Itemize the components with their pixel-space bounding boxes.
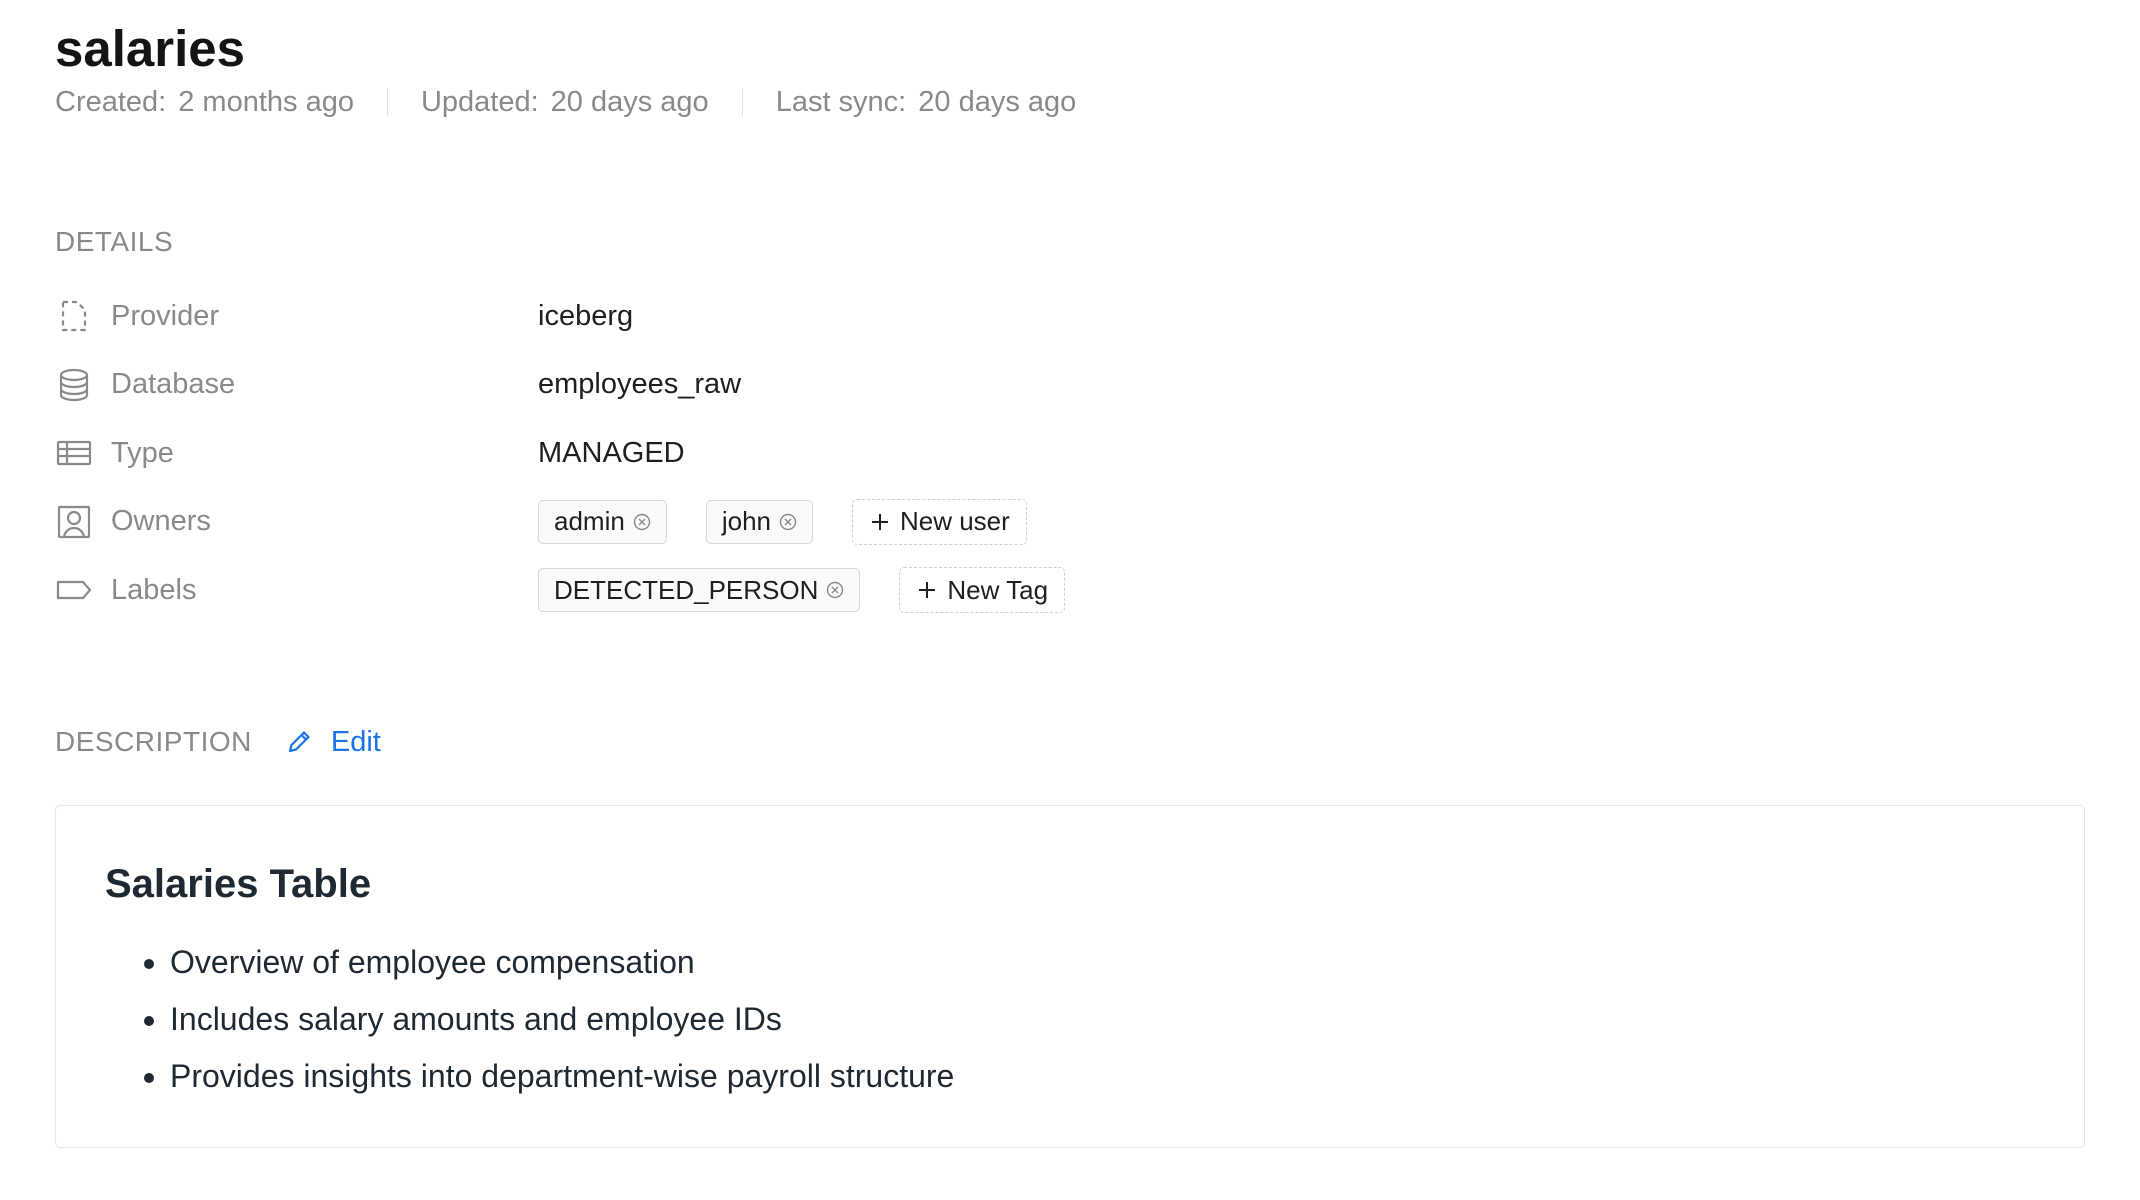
detail-value: MANAGED — [538, 436, 685, 469]
remove-chip-icon[interactable] — [825, 580, 845, 600]
description-card: Salaries Table Overview of employee comp… — [55, 805, 2085, 1148]
meta-created-label: Created: — [55, 86, 167, 118]
pencil-icon — [285, 728, 313, 756]
chip-label: admin — [554, 506, 625, 537]
owners-chips: admin john New user — [538, 498, 1027, 545]
owner-chip-admin: admin — [538, 499, 667, 544]
edit-description-button[interactable]: Edit — [285, 726, 381, 759]
remove-chip-icon[interactable] — [632, 512, 652, 532]
details-list: Provider iceberg Database employees_raw — [55, 282, 1455, 625]
chip-label: DETECTED_PERSON — [554, 574, 819, 605]
detail-value: iceberg — [538, 299, 634, 332]
new-tag-label: New Tag — [947, 574, 1049, 605]
label-chip-detected-person: DETECTED_PERSON — [538, 568, 861, 613]
detail-row-provider: Provider iceberg — [55, 282, 1455, 351]
meta-updated: Updated: 20 days ago — [421, 82, 709, 122]
meta-divider — [741, 88, 743, 116]
edit-label: Edit — [330, 725, 381, 758]
new-user-button[interactable]: New user — [851, 498, 1027, 545]
tag-icon — [55, 571, 93, 609]
meta-created-value: 2 months ago — [178, 86, 354, 118]
detail-label: Owners — [111, 505, 211, 538]
detail-row-owners: Owners admin john New user — [55, 488, 1455, 557]
plus-icon — [869, 511, 891, 533]
list-item: Includes salary amounts and employee IDs — [170, 991, 954, 1048]
description-title: Salaries Table — [105, 862, 372, 906]
detail-label: Type — [111, 436, 174, 469]
remove-chip-icon[interactable] — [778, 512, 798, 532]
plus-icon — [916, 579, 938, 601]
meta-bar: Created: 2 months ago Updated: 20 days a… — [55, 82, 1076, 122]
detail-row-database: Database employees_raw — [55, 351, 1455, 420]
meta-last-sync-value: 20 days ago — [918, 86, 1077, 118]
list-item: Provides insights into department-wise p… — [170, 1048, 954, 1105]
detail-row-type: Type MANAGED — [55, 419, 1455, 488]
description-header: DESCRIPTION Edit — [55, 722, 381, 762]
chip-label: john — [721, 506, 771, 537]
detail-value: employees_raw — [538, 368, 742, 401]
user-icon — [55, 503, 93, 541]
description-heading: DESCRIPTION — [55, 726, 252, 757]
meta-updated-value: 20 days ago — [550, 86, 709, 118]
page-title: salaries — [55, 20, 246, 77]
detail-row-labels: Labels DETECTED_PERSON New Tag — [55, 556, 1455, 625]
list-item: Overview of employee compensation — [170, 934, 954, 991]
detail-label: Database — [111, 368, 236, 401]
table-detail-page: salaries Created: 2 months ago Updated: … — [55, 0, 2085, 1200]
labels-chips: DETECTED_PERSON New Tag — [538, 567, 1066, 614]
meta-last-sync-label: Last sync: — [775, 86, 907, 118]
meta-created: Created: 2 months ago — [55, 82, 354, 122]
owner-chip-john: john — [705, 499, 813, 544]
description-list: Overview of employee compensation Includ… — [105, 934, 954, 1105]
meta-updated-label: Updated: — [420, 86, 539, 118]
meta-last-sync: Last sync: 20 days ago — [776, 82, 1077, 122]
new-user-label: New user — [899, 506, 1010, 537]
meta-divider — [386, 88, 388, 116]
database-icon — [55, 366, 93, 404]
detail-label: Labels — [111, 573, 197, 606]
details-heading: DETAILS — [55, 226, 174, 257]
provider-icon — [55, 297, 93, 335]
new-tag-button[interactable]: New Tag — [899, 567, 1066, 614]
detail-label: Provider — [111, 299, 219, 332]
table-icon — [55, 434, 93, 472]
